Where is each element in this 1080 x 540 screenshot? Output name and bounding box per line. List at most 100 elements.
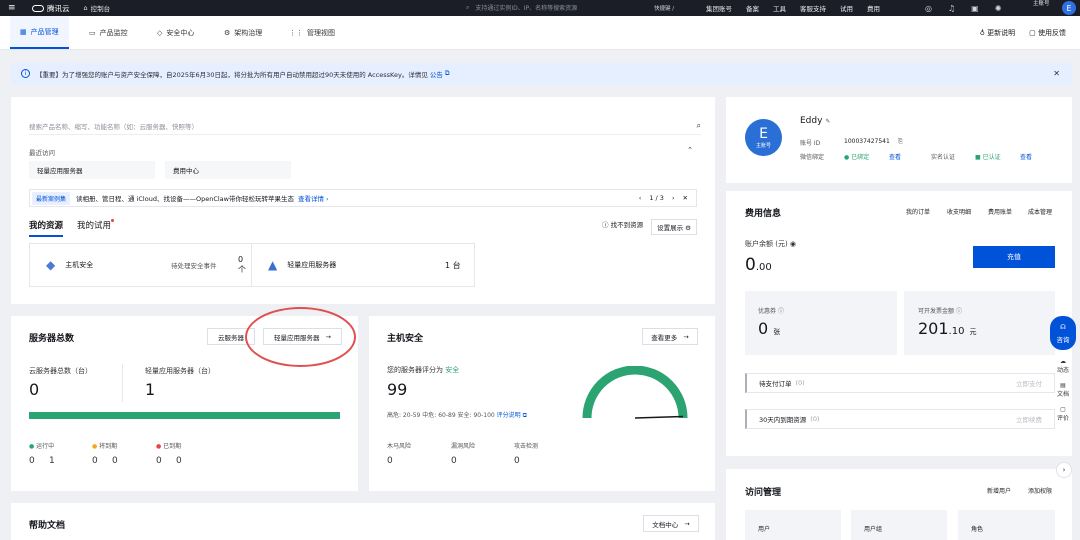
recent-item[interactable]: 轻量应用服务器 [29,161,155,179]
vulnerability-value: 0 [451,456,457,466]
nav-tools[interactable]: 工具 [773,3,786,13]
pending-orders-row: 待支付订单 (0) 立即支付 [745,373,1055,393]
invoice-box[interactable]: 可开发票金额 ⓘ 201.10 元 [904,291,1055,355]
consult-button[interactable]: ☊ 咨询 [1050,316,1076,350]
doc-center-button[interactable]: 文档中心 → [643,515,699,532]
billing-link-cost[interactable]: 成本管理 [1028,207,1052,216]
recent-item[interactable]: 费用中心 [165,161,291,179]
count-value: 0 [156,456,162,466]
question-icon: ⓘ [602,221,609,229]
update-notes-link[interactable]: ♁ 更新说明 [980,28,1015,38]
gauge-needle [634,415,684,419]
bell-icon[interactable]: ♫ [948,4,955,13]
top-icons: ◎ ♫ ▣ ✺ [925,0,1001,16]
globe-icon[interactable]: ◎ [925,4,932,13]
pay-now-link[interactable]: 立即支付 [1016,378,1042,388]
new-user-link[interactable]: 新增用户 [987,486,1011,495]
bulb-icon: ♁ [979,28,985,37]
doc-center-label: 文档中心 [652,520,679,529]
top-avatar[interactable]: E [1062,1,1076,15]
message-icon[interactable]: ▣ [971,4,979,13]
billing-link-orders[interactable]: 我的订单 [906,207,930,216]
nav-support[interactable]: 客服支持 [800,3,826,13]
promo-link[interactable]: 查看详情 › [298,193,329,203]
console-label: 控制台 [90,5,111,13]
eye-icon[interactable]: ◉ [790,240,796,248]
account-label[interactable]: 主账号 [1033,1,1050,8]
nav-trial[interactable]: 试用 [840,3,853,13]
menu-icon[interactable]: ≡ [8,3,22,13]
wechat-view-link[interactable]: 查看 [889,152,901,161]
prev-icon[interactable]: ‹ [639,194,642,202]
account-avatar[interactable]: E 主账号 [745,119,782,156]
tab-label: 架构治理 [234,28,263,37]
notice-link[interactable]: 公告 [430,69,443,79]
feedback-link[interactable]: ▢ 使用反馈 [1029,28,1066,38]
next-icon[interactable]: › [672,194,675,202]
resource-lighthouse[interactable]: ▲ 轻量应用服务器 1 台 [251,243,475,287]
coupon-unit: 张 [773,328,781,336]
realname-view-link[interactable]: 查看 [1020,152,1032,161]
promo-page: 1 / 3 [649,194,664,202]
tab-product-management[interactable]: ▦ 产品管理 [10,16,69,49]
docs-button[interactable]: ▤ 文档 [1050,382,1076,398]
add-permission-link[interactable]: 添加权限 [1028,486,1052,495]
close-icon[interactable]: ✕ [1053,69,1060,78]
cant-find-link[interactable]: ⓘ 找不到资源 [602,219,643,235]
view-more-button[interactable]: 查看更多 → [642,328,698,345]
nav-group-account[interactable]: 集团账号 [706,3,732,13]
expiring-resources-row: 30天内到期资源 (0) 立即续费 [745,409,1055,429]
recharge-button[interactable]: 充值 [973,246,1055,268]
users-box[interactable]: 用户 [745,510,841,540]
notice-text: 【重要】为了增强您的账户与资产安全保障，自2025年6月30日起，将分批为所有用… [36,70,428,79]
billing-link-bills[interactable]: 费用账单 [988,207,1012,216]
renew-now-link[interactable]: 立即续费 [1016,414,1042,424]
collapse-icon[interactable]: ⌃ [687,146,693,154]
coupon-box[interactable]: 优惠券 ⓘ 0 张 [745,291,897,355]
info-icon: ⓘ [955,308,962,315]
promo-pager: ‹ 1 / 3 › ✕ [639,194,688,202]
tab-product-monitor[interactable]: ▭ 产品监控 [89,16,128,49]
review-button[interactable]: ▢ 评价 [1050,406,1076,422]
expired-dot-icon: ● [156,443,162,450]
expiring-dot-icon: ● [92,443,98,450]
count-value: 0 [176,456,182,466]
info-icon: i [21,69,30,78]
realname-status: ■ 已认证 [975,152,1001,161]
gift-icon[interactable]: ✺ [995,4,1002,13]
tab-management-view[interactable]: ⋮⋮ 管理视图 [289,16,335,49]
resource-host-security[interactable]: ◆ 主机安全 待处理安全事件 0 个 [29,243,252,287]
tab-my-trials[interactable]: 我的试用 [77,219,115,237]
arrow-right-icon: → [684,519,690,528]
close-icon[interactable]: ✕ [683,194,688,202]
copy-icon[interactable]: ⎘ [898,138,903,146]
tab-my-resources[interactable]: 我的资源 [29,219,64,237]
score-explain-link[interactable]: 评分说明 [497,412,521,419]
display-settings-button[interactable]: 设置展示 ⚙ [651,219,697,235]
brand-logo[interactable]: 腾讯云 [32,3,70,14]
verified-icon: ■ [975,154,981,161]
invoice-dec: .10 [948,326,965,337]
grid-icon: ▦ [20,27,27,36]
gear-icon: ⚙ [685,224,691,232]
chevron-right-icon[interactable]: › [1056,462,1072,478]
host-security-icon: ◆ [46,258,56,272]
user-groups-box[interactable]: 用户组 [851,510,947,540]
wechat-status-text: 已绑定 [851,154,870,161]
nav-icp[interactable]: 备案 [746,3,759,13]
search-icon[interactable]: ⌕ [697,121,701,131]
edit-icon[interactable]: ✎ [825,118,830,125]
tab-architecture[interactable]: ⚙ 架构治理 [224,16,262,49]
invoice-value: 201.10 元 [918,319,977,338]
nav-billing[interactable]: 费用 [867,3,880,13]
roles-box[interactable]: 角色 [958,510,1055,540]
feedback-icon: ▢ [1029,28,1036,37]
comment-icon: ▢ [1060,406,1066,413]
dynamic-button[interactable]: ☁ 动态 [1050,358,1076,374]
product-search-input[interactable]: 搜索产品名称、缩写、功能名称（如：云服务器、快照等） ⌕ [29,121,701,135]
billing-link-details[interactable]: 收支明细 [947,207,971,216]
dynamic-label: 动态 [1056,367,1069,374]
tab-security-center[interactable]: ◇ 安全中心 [157,16,194,49]
top-nav-bar: ≡ 腾讯云 ⌂ 控制台 ⌕ 支持通过实例ID、IP、名称等搜索资源 快捷键 / … [0,0,1080,16]
console-home-link[interactable]: ⌂ 控制台 [84,3,111,13]
